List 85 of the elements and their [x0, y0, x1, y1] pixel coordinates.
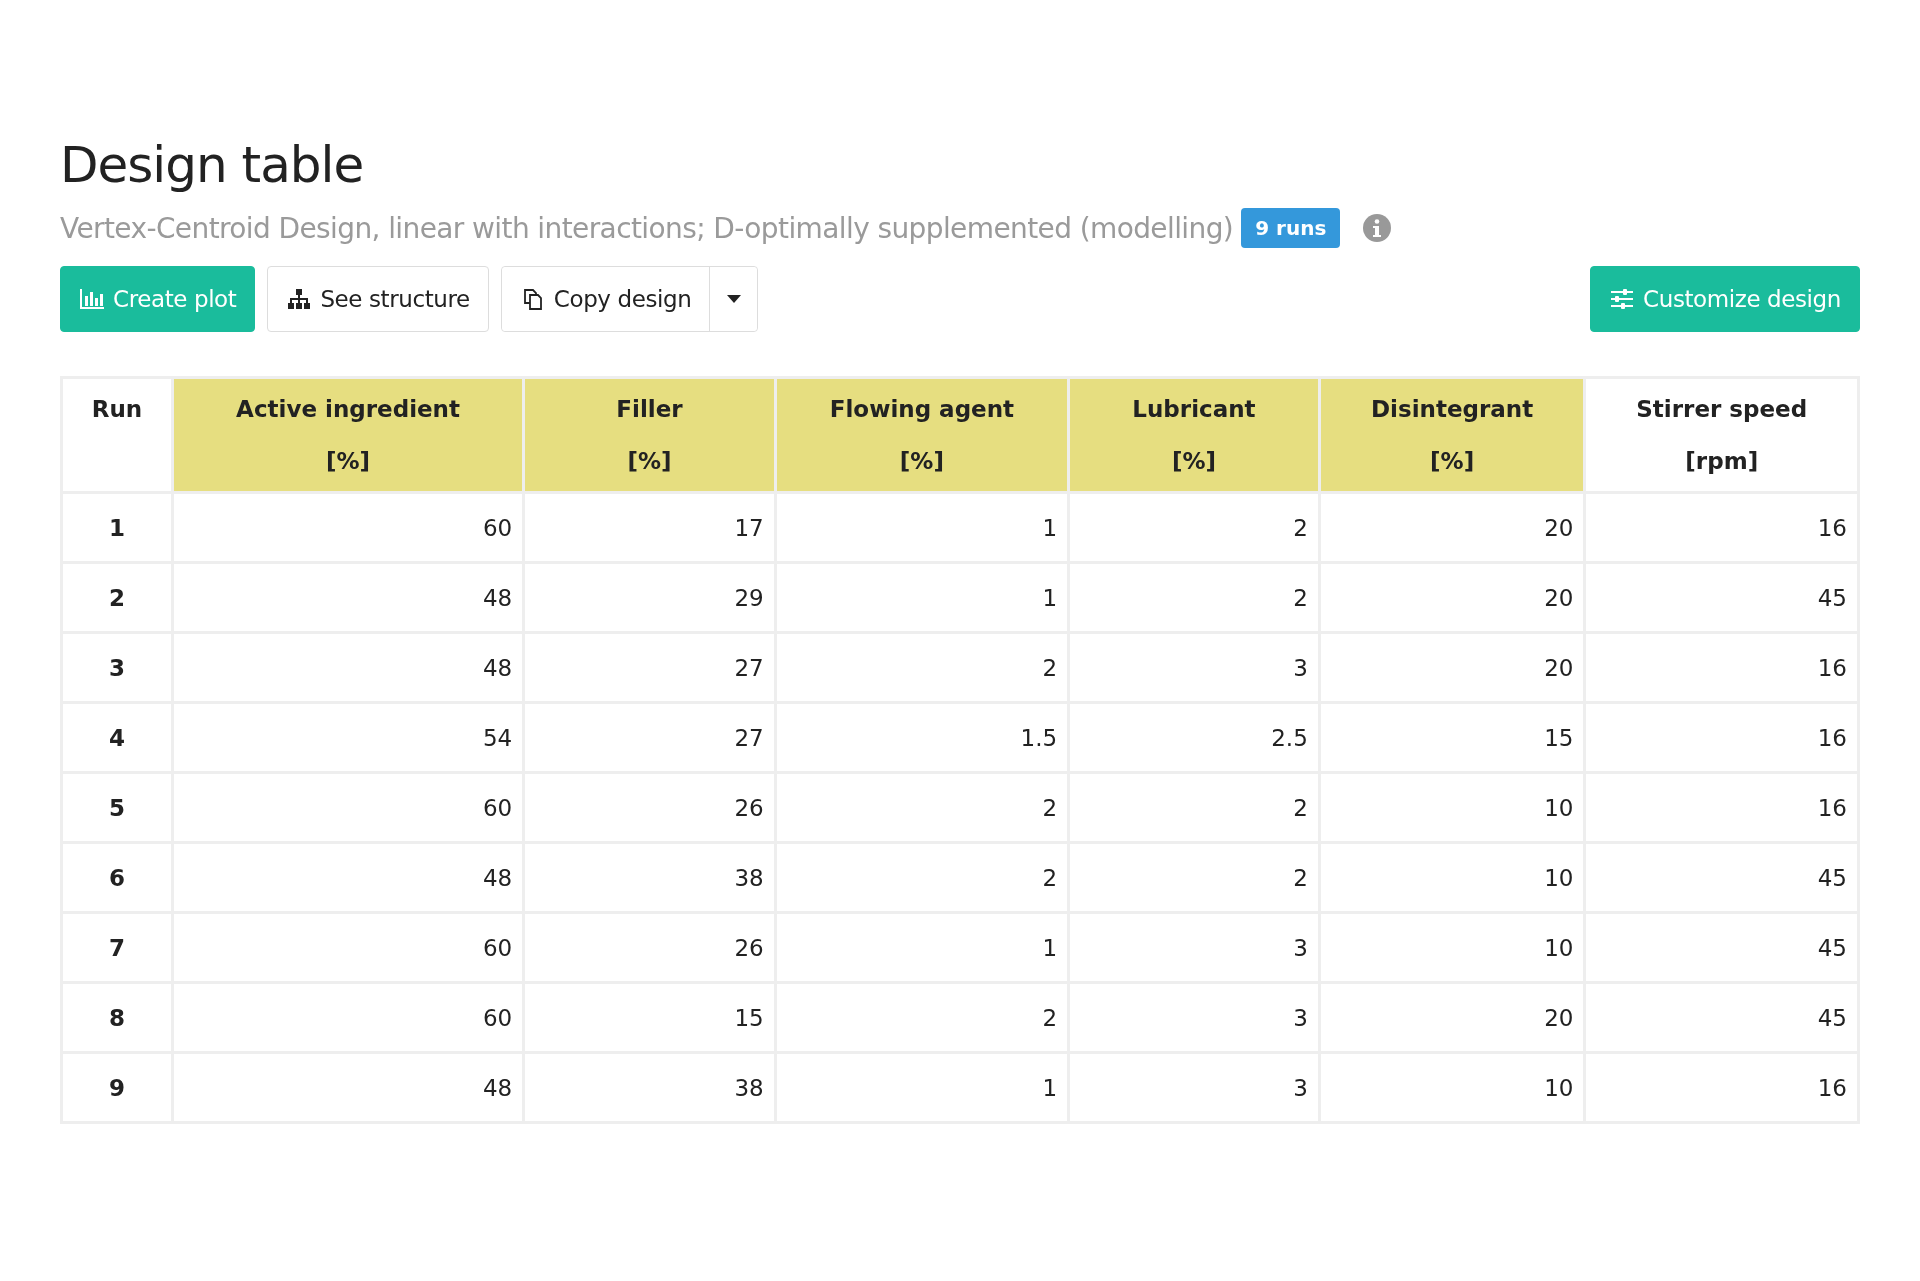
column-name: Stirrer speed [1635, 396, 1809, 422]
table-cell: 1 [775, 912, 1069, 983]
design-description: Vertex-Centroid Design, linear with interactions; D-optimally supplemented (modelling) [60, 211, 1234, 245]
table-cell: 38 [523, 842, 776, 913]
table-cell: 48 [172, 842, 524, 913]
table-cell: 10 [1319, 1052, 1585, 1123]
table-cell: 20 [1319, 562, 1585, 633]
table-cell: 2 [775, 632, 1069, 703]
table-cell: 45 [1585, 912, 1859, 983]
table-cell: 2 [1068, 842, 1320, 913]
table-cell: 27 [523, 632, 776, 703]
table-cell: 15 [523, 982, 776, 1053]
table-cell: 16 [1585, 1052, 1859, 1123]
table-cell: 16 [1585, 632, 1859, 703]
table-cell: 10 [1319, 912, 1585, 983]
table-cell: 45 [1585, 982, 1859, 1053]
structure-button[interactable]: See structure [267, 266, 489, 332]
table-cell: 26 [523, 772, 776, 843]
column-name: Disintegrant [1370, 396, 1535, 422]
table-cell: 2 [775, 842, 1069, 913]
table-cell: 10 [1319, 772, 1585, 843]
table-cell: 16 [1585, 702, 1859, 773]
table-cell: 45 [1585, 842, 1859, 913]
table-cell: 10 [1319, 842, 1585, 913]
table-cell: 38 [523, 1052, 776, 1123]
sliders-icon [1609, 288, 1636, 310]
run-number: 7 [61, 912, 173, 983]
table-cell: 27 [523, 702, 776, 773]
table-cell: 20 [1319, 492, 1585, 563]
table-cell: 48 [172, 1052, 524, 1123]
column-name: Run [90, 396, 144, 422]
column-name: Lubricant [1131, 396, 1257, 422]
table-cell: 17 [523, 492, 776, 563]
table-cell: 48 [172, 562, 524, 633]
table-cell: 29 [523, 562, 776, 633]
table-cell: 2.5 [1068, 702, 1320, 773]
table-cell: 3 [1068, 1052, 1320, 1123]
table-cell: 60 [172, 982, 524, 1053]
page-title: Design table [60, 135, 365, 196]
run-number: 8 [61, 982, 173, 1053]
run-number: 2 [61, 562, 173, 633]
runs-badge: 9 runs [1241, 208, 1341, 248]
table-cell: 2 [1068, 492, 1320, 563]
column-name: Flowing agent [828, 396, 1016, 422]
table-cell: 1 [775, 492, 1069, 563]
table-cell: 48 [172, 632, 524, 703]
column-name: Filler [615, 396, 684, 422]
table-cell: 3 [1068, 632, 1320, 703]
run-number: 5 [61, 772, 173, 843]
table-cell: 3 [1068, 912, 1320, 983]
info-icon[interactable] [1362, 213, 1393, 243]
table-cell: 16 [1585, 492, 1859, 563]
table-cell: 60 [172, 492, 524, 563]
caret-icon [726, 295, 741, 303]
table-cell: 60 [172, 912, 524, 983]
bar-chart-icon [79, 288, 105, 310]
table-cell: 26 [523, 912, 776, 983]
table-cell: 2 [775, 772, 1069, 843]
column-unit: [%] [1170, 448, 1217, 474]
table-cell: 2 [775, 982, 1069, 1053]
table-cell: 1.5 [775, 702, 1069, 773]
table-cell: 1 [775, 1052, 1069, 1123]
column-unit: [rpm] [1684, 448, 1760, 474]
table-cell: 20 [1319, 632, 1585, 703]
table-cell: 60 [172, 772, 524, 843]
run-number: 1 [61, 492, 173, 563]
table-cell: 20 [1319, 982, 1585, 1053]
table-cell: 16 [1585, 772, 1859, 843]
table-cell: 54 [172, 702, 524, 773]
run-number: 3 [61, 632, 173, 703]
table-cell: 1 [775, 562, 1069, 633]
table-cell: 15 [1319, 702, 1585, 773]
column-unit: [%] [1429, 448, 1476, 474]
run-number: 6 [61, 842, 173, 913]
run-number: 4 [61, 702, 173, 773]
table-cell: 45 [1585, 562, 1859, 633]
column-unit: [%] [325, 448, 372, 474]
table-cell: 2 [1068, 772, 1320, 843]
column-unit: [%] [626, 448, 673, 474]
table-cell: 3 [1068, 982, 1320, 1053]
hierarchy-icon [286, 288, 313, 310]
run-number: 9 [61, 1052, 173, 1123]
table-cell: 2 [1068, 562, 1320, 633]
column-unit: [%] [898, 448, 945, 474]
column-name: Active ingredient [235, 396, 461, 422]
